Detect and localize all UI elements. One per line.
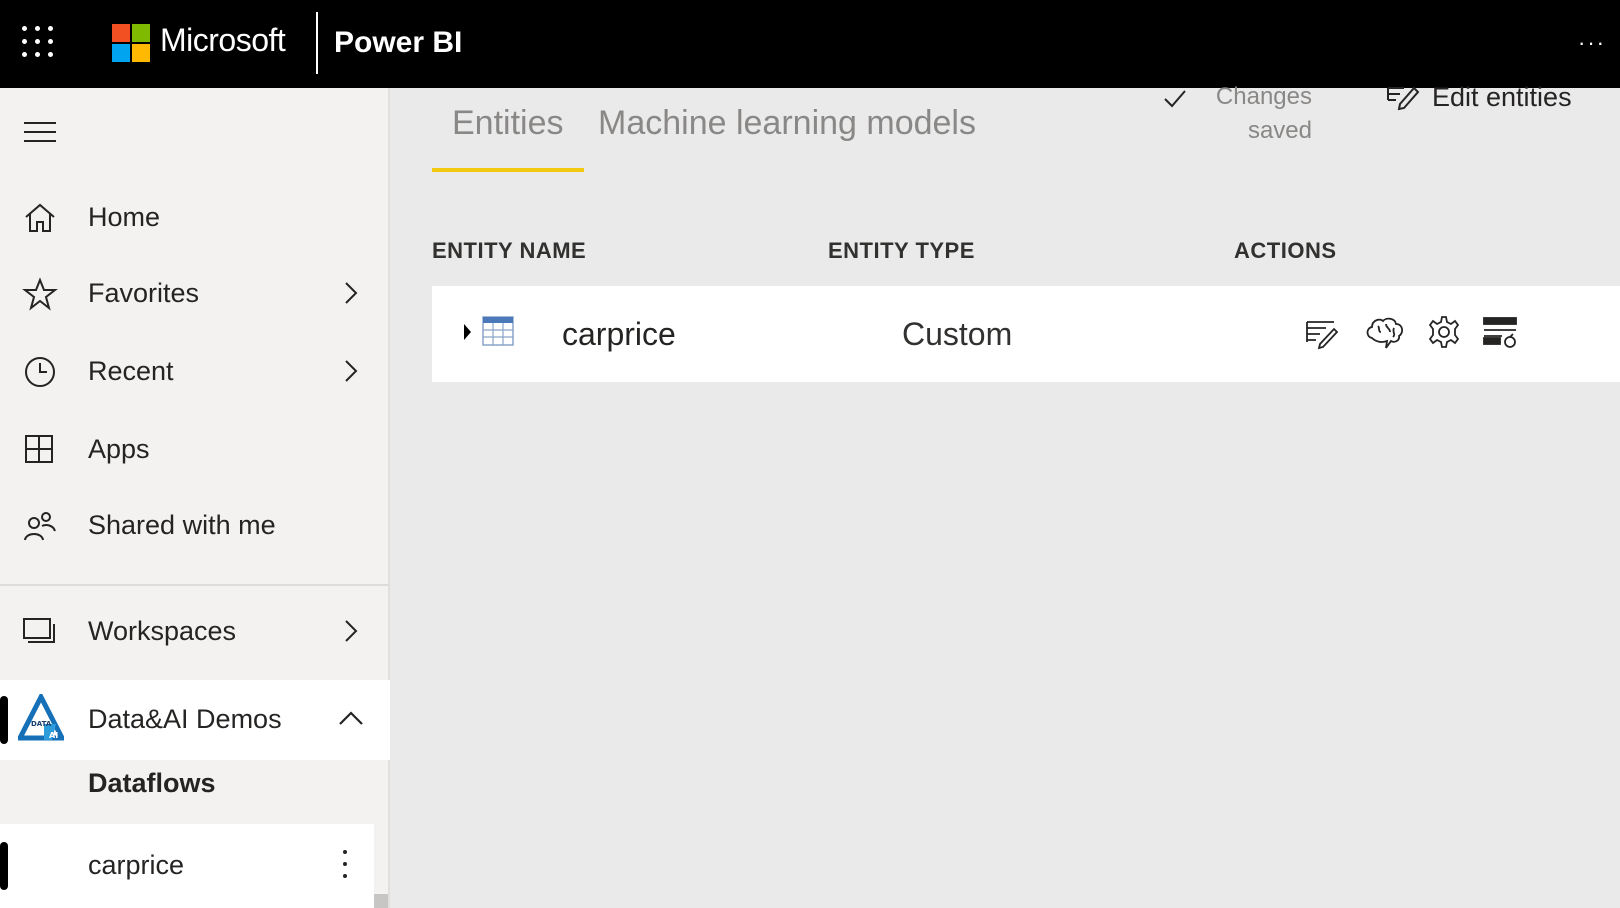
scrollbar[interactable] (374, 894, 388, 908)
svg-text:AI: AI (49, 731, 58, 740)
product-name[interactable]: Power BI (334, 26, 462, 60)
edit-entity-icon[interactable] (1304, 314, 1340, 350)
expand-caret-icon[interactable] (464, 324, 471, 340)
shared-icon (24, 512, 56, 541)
chevron-right-icon[interactable] (336, 278, 366, 308)
sidebar-item-carprice[interactable]: carprice (0, 824, 374, 908)
brand-name: Microsoft (160, 22, 286, 58)
active-tab-indicator (432, 168, 584, 172)
star-icon (22, 277, 58, 311)
sidebar-item-home[interactable]: Home (0, 180, 390, 256)
sidebar-item-workspace-data-ai-demos[interactable]: DATA AI Data&AI Demos (0, 680, 390, 760)
entity-type: Custom (902, 316, 1013, 352)
sidebar-item-apps[interactable]: Apps (0, 412, 390, 488)
app-launcher-icon[interactable] (22, 26, 54, 58)
sidebar-item-label: Apps (88, 434, 150, 464)
sidebar: Home Favorites Recent Apps Shared with m… (0, 88, 390, 908)
sidebar-item-label: Recent (88, 356, 174, 386)
tab-entities[interactable]: Entities (452, 104, 564, 143)
incremental-refresh-icon[interactable] (1482, 314, 1518, 350)
sidebar-item-shared[interactable]: Shared with me (0, 488, 390, 564)
column-header-actions: ACTIONS (1234, 238, 1337, 263)
more-options-icon[interactable] (340, 848, 350, 882)
sidebar-item-label: Workspaces (88, 616, 237, 646)
edit-entities-button[interactable]: Edit entities (1432, 82, 1572, 113)
edit-entities-icon[interactable] (1386, 82, 1420, 112)
chevron-up-icon[interactable] (336, 704, 366, 734)
chevron-right-icon[interactable] (336, 356, 366, 386)
top-bar: Microsoft Power BI ··· (0, 0, 1620, 88)
checkmark-icon (1164, 90, 1186, 108)
entity-name[interactable]: carprice (562, 316, 676, 353)
tab-machine-learning-models[interactable]: Machine learning models (598, 104, 976, 143)
ai-insights-icon[interactable] (1364, 314, 1406, 350)
table-row[interactable]: carprice Custom (432, 286, 1620, 382)
section-dataflows[interactable]: Dataflows (88, 768, 216, 799)
selection-indicator (0, 696, 8, 744)
selection-indicator (0, 842, 8, 890)
sidebar-item-label: Favorites (88, 278, 200, 308)
workspace-logo-icon: DATA AI (18, 694, 64, 741)
sidebar-item-favorites[interactable]: Favorites (0, 256, 390, 332)
apps-icon (25, 435, 53, 463)
svg-text:DATA: DATA (31, 720, 52, 728)
column-header-entity-type[interactable]: ENTITY TYPE (828, 238, 975, 264)
sidebar-item-recent[interactable]: Recent (0, 334, 390, 410)
chevron-right-icon[interactable] (336, 616, 366, 646)
dataflow-label: carprice (88, 850, 185, 880)
sidebar-item-label: Shared with me (88, 510, 276, 540)
save-status: Changes saved (1215, 83, 1312, 144)
sidebar-divider (0, 584, 390, 586)
sidebar-item-workspaces[interactable]: Workspaces (0, 594, 390, 670)
column-header-entity-name[interactable]: ENTITY NAME (432, 238, 586, 264)
table-icon (482, 316, 514, 346)
clock-icon (25, 357, 55, 387)
workspace-label: Data&AI Demos (88, 704, 282, 734)
sidebar-item-label: Home (88, 202, 161, 232)
microsoft-logo-icon (112, 24, 150, 62)
header-divider (316, 12, 318, 74)
hamburger-menu-icon[interactable] (24, 122, 56, 144)
home-icon (25, 203, 55, 232)
settings-icon[interactable] (1426, 314, 1462, 350)
workspaces-icon (23, 618, 55, 643)
more-options-icon[interactable]: ··· (1578, 30, 1606, 56)
main-content: Entities Machine learning models Changes… (392, 82, 1620, 908)
